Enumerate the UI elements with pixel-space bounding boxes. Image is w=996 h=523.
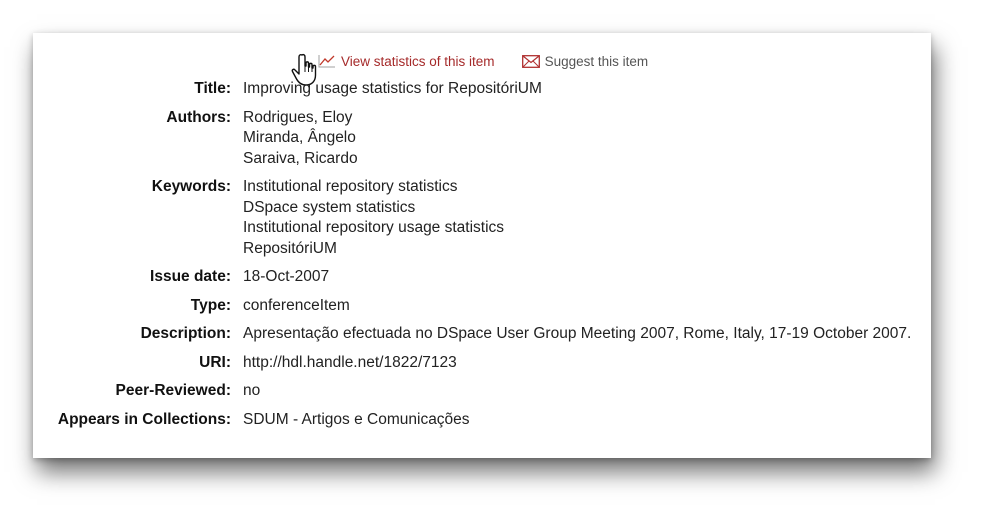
description-label: Description: bbox=[140, 325, 231, 342]
collections-label: Appears in Collections: bbox=[57, 410, 231, 428]
title-row: Title: Improving usage statistics for Re… bbox=[33, 77, 923, 106]
view-statistics-link[interactable]: View statistics of this item bbox=[318, 54, 495, 69]
collections-row: Appears in Collections: SDUM - Artigos e… bbox=[33, 408, 923, 437]
uri-label: URI: bbox=[199, 353, 231, 371]
keyword-link[interactable]: Institutional repository statistics bbox=[243, 177, 923, 198]
keyword-link[interactable]: DSpace system statistics bbox=[243, 198, 923, 219]
uri-link[interactable]: http://hdl.handle.net/1822/7123 bbox=[243, 351, 923, 380]
author-link[interactable]: Miranda, Ângelo bbox=[243, 128, 923, 149]
item-actions: View statistics of this item Suggest thi… bbox=[318, 52, 648, 70]
view-statistics-label: View statistics of this item bbox=[341, 53, 495, 69]
author-link[interactable]: Rodrigues, Eloy bbox=[243, 108, 923, 129]
keywords-row: Keywords: Institutional repository stati… bbox=[33, 175, 923, 265]
peer-reviewed-label: Peer-Reviewed: bbox=[115, 382, 231, 399]
author-link[interactable]: Saraiva, Ricardo bbox=[243, 149, 923, 170]
collection-link[interactable]: SDUM - Artigos e Comunicações bbox=[243, 408, 923, 437]
envelope-icon bbox=[521, 54, 540, 68]
type-label: Type: bbox=[190, 296, 231, 314]
item-metadata-table: Title: Improving usage statistics for Re… bbox=[33, 77, 923, 436]
peer-reviewed-value: no bbox=[243, 382, 261, 399]
keywords-label: Keywords: bbox=[151, 178, 231, 195]
title-label: Title: bbox=[194, 80, 231, 97]
type-row: Type: conferenceItem bbox=[33, 294, 923, 323]
suggest-item-link[interactable]: Suggest this item bbox=[521, 53, 649, 69]
title-value: Improving usage statistics for Repositór… bbox=[243, 80, 542, 97]
authors-value: Rodrigues, Eloy Miranda, Ângelo Saraiva,… bbox=[243, 106, 923, 176]
keyword-link[interactable]: RepositóriUM bbox=[243, 239, 923, 260]
type-value[interactable]: conferenceItem bbox=[243, 294, 923, 323]
keyword-link[interactable]: Institutional repository usage statistic… bbox=[243, 218, 923, 239]
authors-row: Authors: Rodrigues, Eloy Miranda, Ângelo… bbox=[33, 106, 923, 176]
issue-date-row: Issue date: 18-Oct-2007 bbox=[33, 265, 923, 294]
statistics-chart-icon bbox=[318, 55, 335, 68]
issue-date-label: Issue date: bbox=[150, 268, 231, 285]
peer-reviewed-row: Peer-Reviewed: no bbox=[33, 379, 923, 408]
description-value: Apresentação efectuada no DSpace User Gr… bbox=[243, 325, 912, 342]
uri-row: URI: http://hdl.handle.net/1822/7123 bbox=[33, 351, 923, 380]
keywords-value: Institutional repository statistics DSpa… bbox=[243, 175, 923, 265]
issue-date-value: 18-Oct-2007 bbox=[243, 268, 330, 285]
authors-label: Authors: bbox=[166, 108, 231, 126]
suggest-item-label: Suggest this item bbox=[544, 53, 649, 69]
description-row: Description: Apresentação efectuada no D… bbox=[33, 322, 923, 351]
item-record-panel: View statistics of this item Suggest thi… bbox=[33, 33, 931, 458]
